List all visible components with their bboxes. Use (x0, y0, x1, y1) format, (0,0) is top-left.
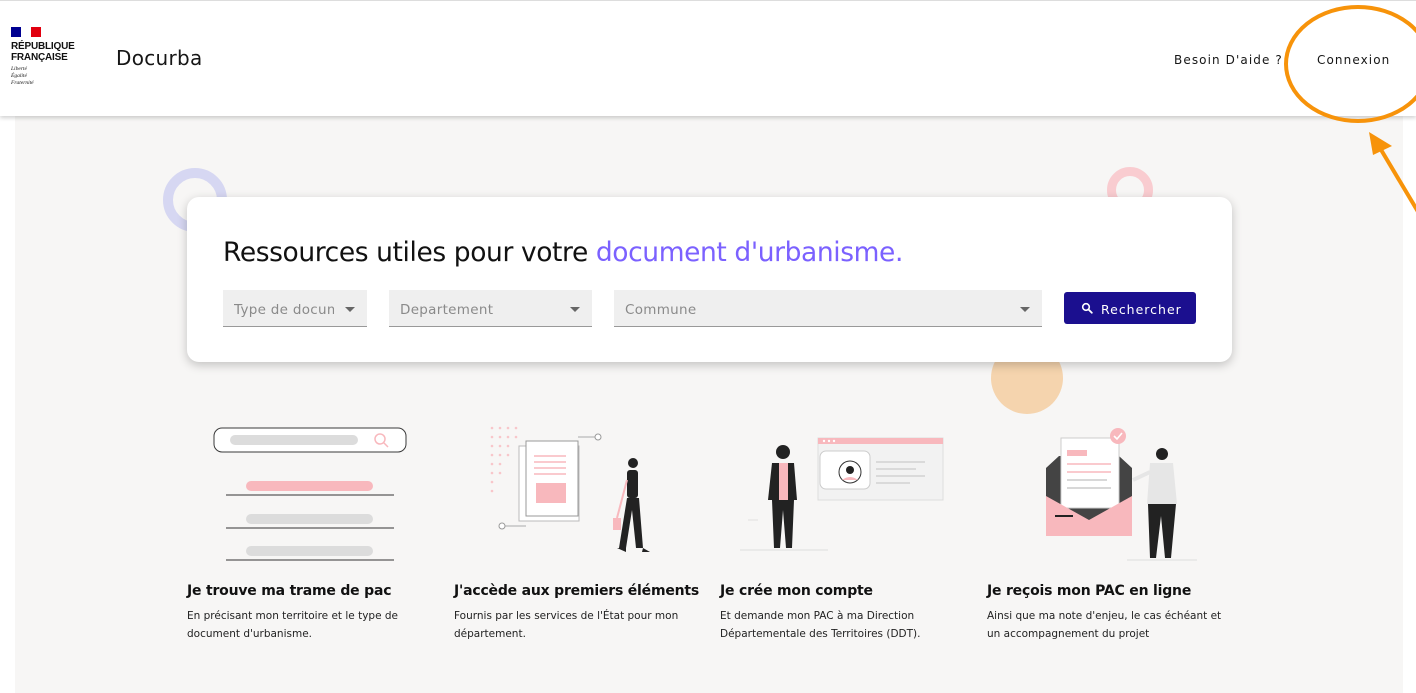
feature-title: Je trouve ma trame de pac (187, 583, 392, 599)
commune-placeholder: Commune (625, 302, 697, 318)
chevron-down-icon (345, 307, 355, 312)
envelope-man-illustration (1046, 428, 1197, 561)
french-flag-icon (11, 27, 41, 37)
feature-description: Ainsi que ma note d'enjeu, le cas échéan… (987, 610, 1222, 640)
feature-description: En précisant mon territoire et le type d… (187, 610, 399, 640)
site-header: RÉPUBLIQUE FRANÇAISE Liberté Égalité Fra… (0, 0, 1416, 116)
search-card: Ressources utiles pour votre document d'… (187, 197, 1232, 362)
document-woman-illustration (490, 426, 650, 552)
chevron-down-icon (570, 307, 580, 312)
republique-francaise-logo[interactable]: RÉPUBLIQUE FRANÇAISE Liberté Égalité Fra… (11, 27, 91, 87)
feature-description: Et demande mon PAC à ma Direction Départ… (720, 610, 921, 640)
site-title[interactable]: Docurba (116, 46, 203, 70)
title-accent: document d'urbanisme. (595, 237, 903, 268)
logo-name: RÉPUBLIQUE FRANÇAISE (11, 41, 75, 63)
search-button-label: Rechercher (1101, 302, 1182, 317)
type-document-placeholder: Type de docum (234, 302, 334, 318)
search-card-title: Ressources utiles pour votre document d'… (223, 237, 903, 268)
commune-select[interactable]: Commune (614, 290, 1042, 327)
title-main: Ressources utiles pour votre (223, 237, 596, 268)
departement-select[interactable]: Departement (389, 290, 592, 327)
logo-motto: Liberté Égalité Fraternité (11, 66, 34, 86)
feature-description: Fournis par les services de l'État pour … (454, 610, 679, 640)
help-link[interactable]: Besoin D'aide ? (1174, 53, 1283, 67)
type-document-select[interactable]: Type de docum (223, 290, 367, 327)
departement-placeholder: Departement (400, 302, 494, 318)
feature-title: J'accède aux premiers éléments (454, 583, 700, 599)
search-icon (1081, 302, 1093, 314)
feature-title: Je reçois mon PAC en ligne (987, 583, 1192, 599)
search-list-illustration (213, 427, 407, 561)
login-link[interactable]: Connexion (1317, 53, 1390, 67)
feature-title: Je crée mon compte (720, 583, 873, 599)
chevron-down-icon (1020, 307, 1030, 312)
account-man-illustration (740, 437, 944, 551)
search-button[interactable]: Rechercher (1064, 292, 1196, 324)
